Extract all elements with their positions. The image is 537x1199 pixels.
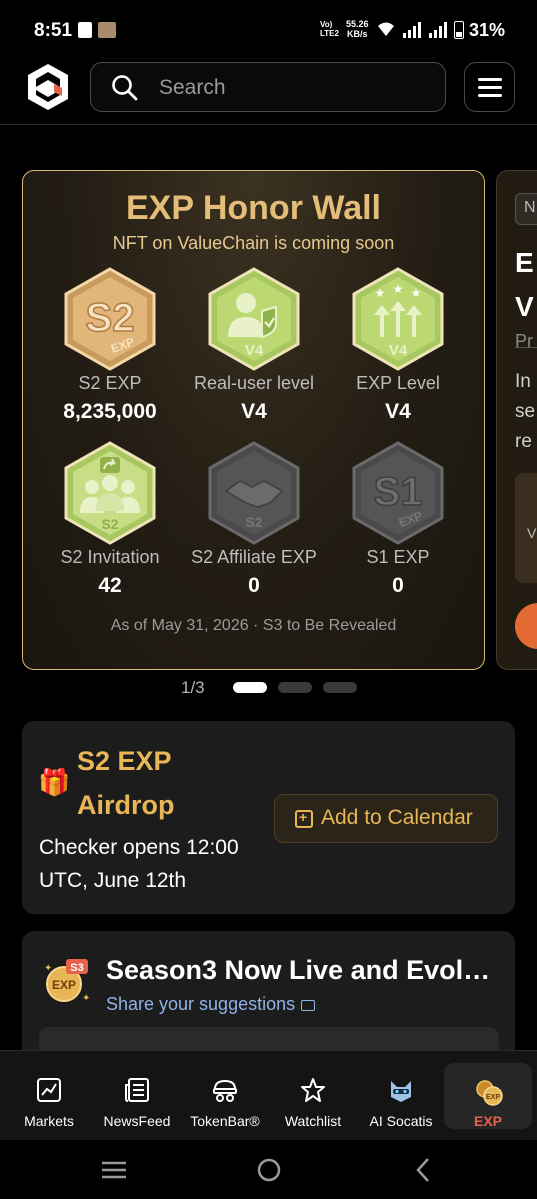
s2-affiliate-exp-badge-icon: S2 xyxy=(208,441,300,545)
badge-real-user-level[interactable]: V4 Real-user level V4 xyxy=(184,267,324,424)
calendar-add-icon xyxy=(295,809,313,828)
honor-wall-as-of: As of May 31, 2026 · S3 to Be Revealed xyxy=(110,617,397,634)
s2-exp-badge-icon: S2 EXP xyxy=(64,267,156,371)
notification-image-icon xyxy=(98,22,116,38)
next-card-tag: N xyxy=(515,193,537,225)
bottom-navigation: Markets NewsFeed TokenBar® Watchlist AI … xyxy=(0,1050,537,1140)
search-placeholder: Search xyxy=(159,76,226,99)
svg-text:EXP: EXP xyxy=(52,978,76,992)
search-input[interactable]: Search xyxy=(90,62,446,112)
s1-exp-badge-icon: S1 EXP xyxy=(352,441,444,545)
svg-text:S1: S1 xyxy=(374,470,423,514)
signal-icon-2 xyxy=(429,22,447,38)
next-card-button[interactable] xyxy=(515,603,537,649)
volte-indicator: Vo) LTE2 xyxy=(320,20,339,38)
next-card-subtitle: Pr xyxy=(515,331,533,351)
battery-percent: 31% xyxy=(469,20,506,40)
next-card-text: In se re xyxy=(515,371,536,452)
svg-text:✦: ✦ xyxy=(82,993,90,1004)
s2-invitation-badge-icon: S2 xyxy=(64,441,156,545)
gift-icon: 🎁 xyxy=(38,767,71,797)
nav-newsfeed[interactable]: NewsFeed xyxy=(93,1051,181,1141)
airdrop-title: S2 EXP Airdrop xyxy=(77,746,175,820)
search-icon xyxy=(112,75,138,101)
honor-wall-title: EXP Honor Wall xyxy=(125,189,382,227)
tokenbar-icon xyxy=(213,1079,237,1102)
battery-icon xyxy=(454,21,464,39)
nav-markets[interactable]: Markets xyxy=(5,1051,93,1141)
honor-wall-subtitle: NFT on ValueChain is coming soon xyxy=(112,233,395,253)
badge-s2-invitation[interactable]: S2 S2 Invitation 42 xyxy=(40,441,180,598)
badge-s2-exp[interactable]: S2 EXP S2 EXP 8,235,000 xyxy=(40,267,180,424)
badge-label: Real-user level xyxy=(193,373,315,393)
socialtoken-logo-icon[interactable] xyxy=(24,62,72,112)
star-icon xyxy=(301,1078,325,1102)
svg-text:★: ★ xyxy=(393,282,404,296)
back-icon[interactable] xyxy=(413,1157,433,1183)
share-suggestions-link[interactable]: Share your suggestions xyxy=(106,994,316,1015)
network-speed: 55.26 KB/s xyxy=(346,19,369,39)
airdrop-description: Checker opens 12:00 UTC, June 12th xyxy=(39,836,239,892)
badge-label: EXP Level xyxy=(356,373,440,393)
badge-value: 0 xyxy=(392,574,404,597)
exp-level-badge-icon: ★ ★ ★ V4 xyxy=(352,267,444,371)
next-card-divider xyxy=(515,347,537,348)
real-user-level-badge-icon: V4 xyxy=(208,267,300,371)
svg-text:S2: S2 xyxy=(101,516,118,532)
badge-label: S2 Affiliate EXP xyxy=(191,547,317,567)
season3-title: Season3 Now Live and Evolving xyxy=(106,955,491,985)
svg-text:S2: S2 xyxy=(86,296,135,340)
carousel-dot-3[interactable] xyxy=(323,682,357,693)
svg-text:EXP: EXP xyxy=(486,1094,500,1101)
s3-exp-badge-icon: EXP S3 ✦ ✦ xyxy=(44,959,90,1004)
exp-honor-wall-card[interactable]: EXP Honor Wall NFT on ValueChain is comi… xyxy=(22,170,485,670)
badge-exp-level[interactable]: ★ ★ ★ V4 EXP Level V4 xyxy=(328,267,468,424)
add-to-calendar-button[interactable]: Add to Calendar xyxy=(274,794,498,843)
message-icon xyxy=(301,1000,316,1011)
badge-value: 0 xyxy=(248,574,260,597)
newspaper-icon xyxy=(125,1078,149,1102)
badge-s1-exp[interactable]: S1 EXP S1 EXP 0 xyxy=(328,441,468,598)
status-bar: 8:51 Vo) LTE2 55.26 KB/s 31% xyxy=(0,0,537,62)
home-icon[interactable] xyxy=(256,1157,282,1183)
badge-value: V4 xyxy=(385,400,411,423)
signal-icon xyxy=(403,22,421,38)
badge-s2-affiliate-exp[interactable]: S2 S2 Affiliate EXP 0 xyxy=(184,441,324,598)
nav-tokenbar[interactable]: TokenBar® xyxy=(181,1051,269,1141)
ai-cat-icon xyxy=(391,1081,411,1102)
badge-value: 8,235,000 xyxy=(63,400,157,423)
carousel-dot-2[interactable] xyxy=(278,682,312,693)
badge-value: V4 xyxy=(241,400,267,423)
notification-app-icon xyxy=(78,22,92,38)
airdrop-card: 🎁 S2 EXP Airdrop Checker opens 12:00 UTC… xyxy=(22,721,515,914)
carousel-pager-text: 1/3 xyxy=(181,678,205,697)
carousel-next-card[interactable]: N E V Pr In se re V xyxy=(496,170,537,670)
svg-text:★: ★ xyxy=(411,286,422,300)
recent-apps-icon[interactable] xyxy=(100,1160,128,1180)
carousel-dot-1[interactable] xyxy=(233,682,267,693)
svg-text:✦: ✦ xyxy=(44,963,52,974)
add-to-calendar-label: Add to Calendar xyxy=(321,806,473,829)
svg-text:V4: V4 xyxy=(245,342,264,359)
svg-text:S3: S3 xyxy=(70,962,83,974)
system-navigation-bar xyxy=(0,1140,537,1199)
chart-icon xyxy=(37,1078,61,1102)
nav-ai-socatis[interactable]: AI Socatis xyxy=(357,1051,445,1141)
status-time: 8:51 xyxy=(34,20,73,41)
svg-text:V4: V4 xyxy=(389,342,408,359)
badge-label: S1 EXP xyxy=(366,547,430,567)
hamburger-menu-icon[interactable] xyxy=(464,62,515,112)
svg-text:★: ★ xyxy=(375,286,386,300)
badge-label: S2 EXP xyxy=(78,373,142,393)
exp-coin-icon: EXP xyxy=(476,1080,503,1106)
svg-text:S2: S2 xyxy=(245,514,262,530)
app-header: Search xyxy=(0,62,537,125)
nav-exp[interactable]: EXP EXP xyxy=(444,1063,532,1129)
next-card-title: E V xyxy=(515,247,534,322)
nav-watchlist[interactable]: Watchlist xyxy=(269,1051,357,1141)
wifi-icon xyxy=(378,22,394,36)
next-card-box: V xyxy=(515,473,537,583)
badge-value: 42 xyxy=(98,574,122,597)
badge-label: S2 Invitation xyxy=(60,547,160,567)
